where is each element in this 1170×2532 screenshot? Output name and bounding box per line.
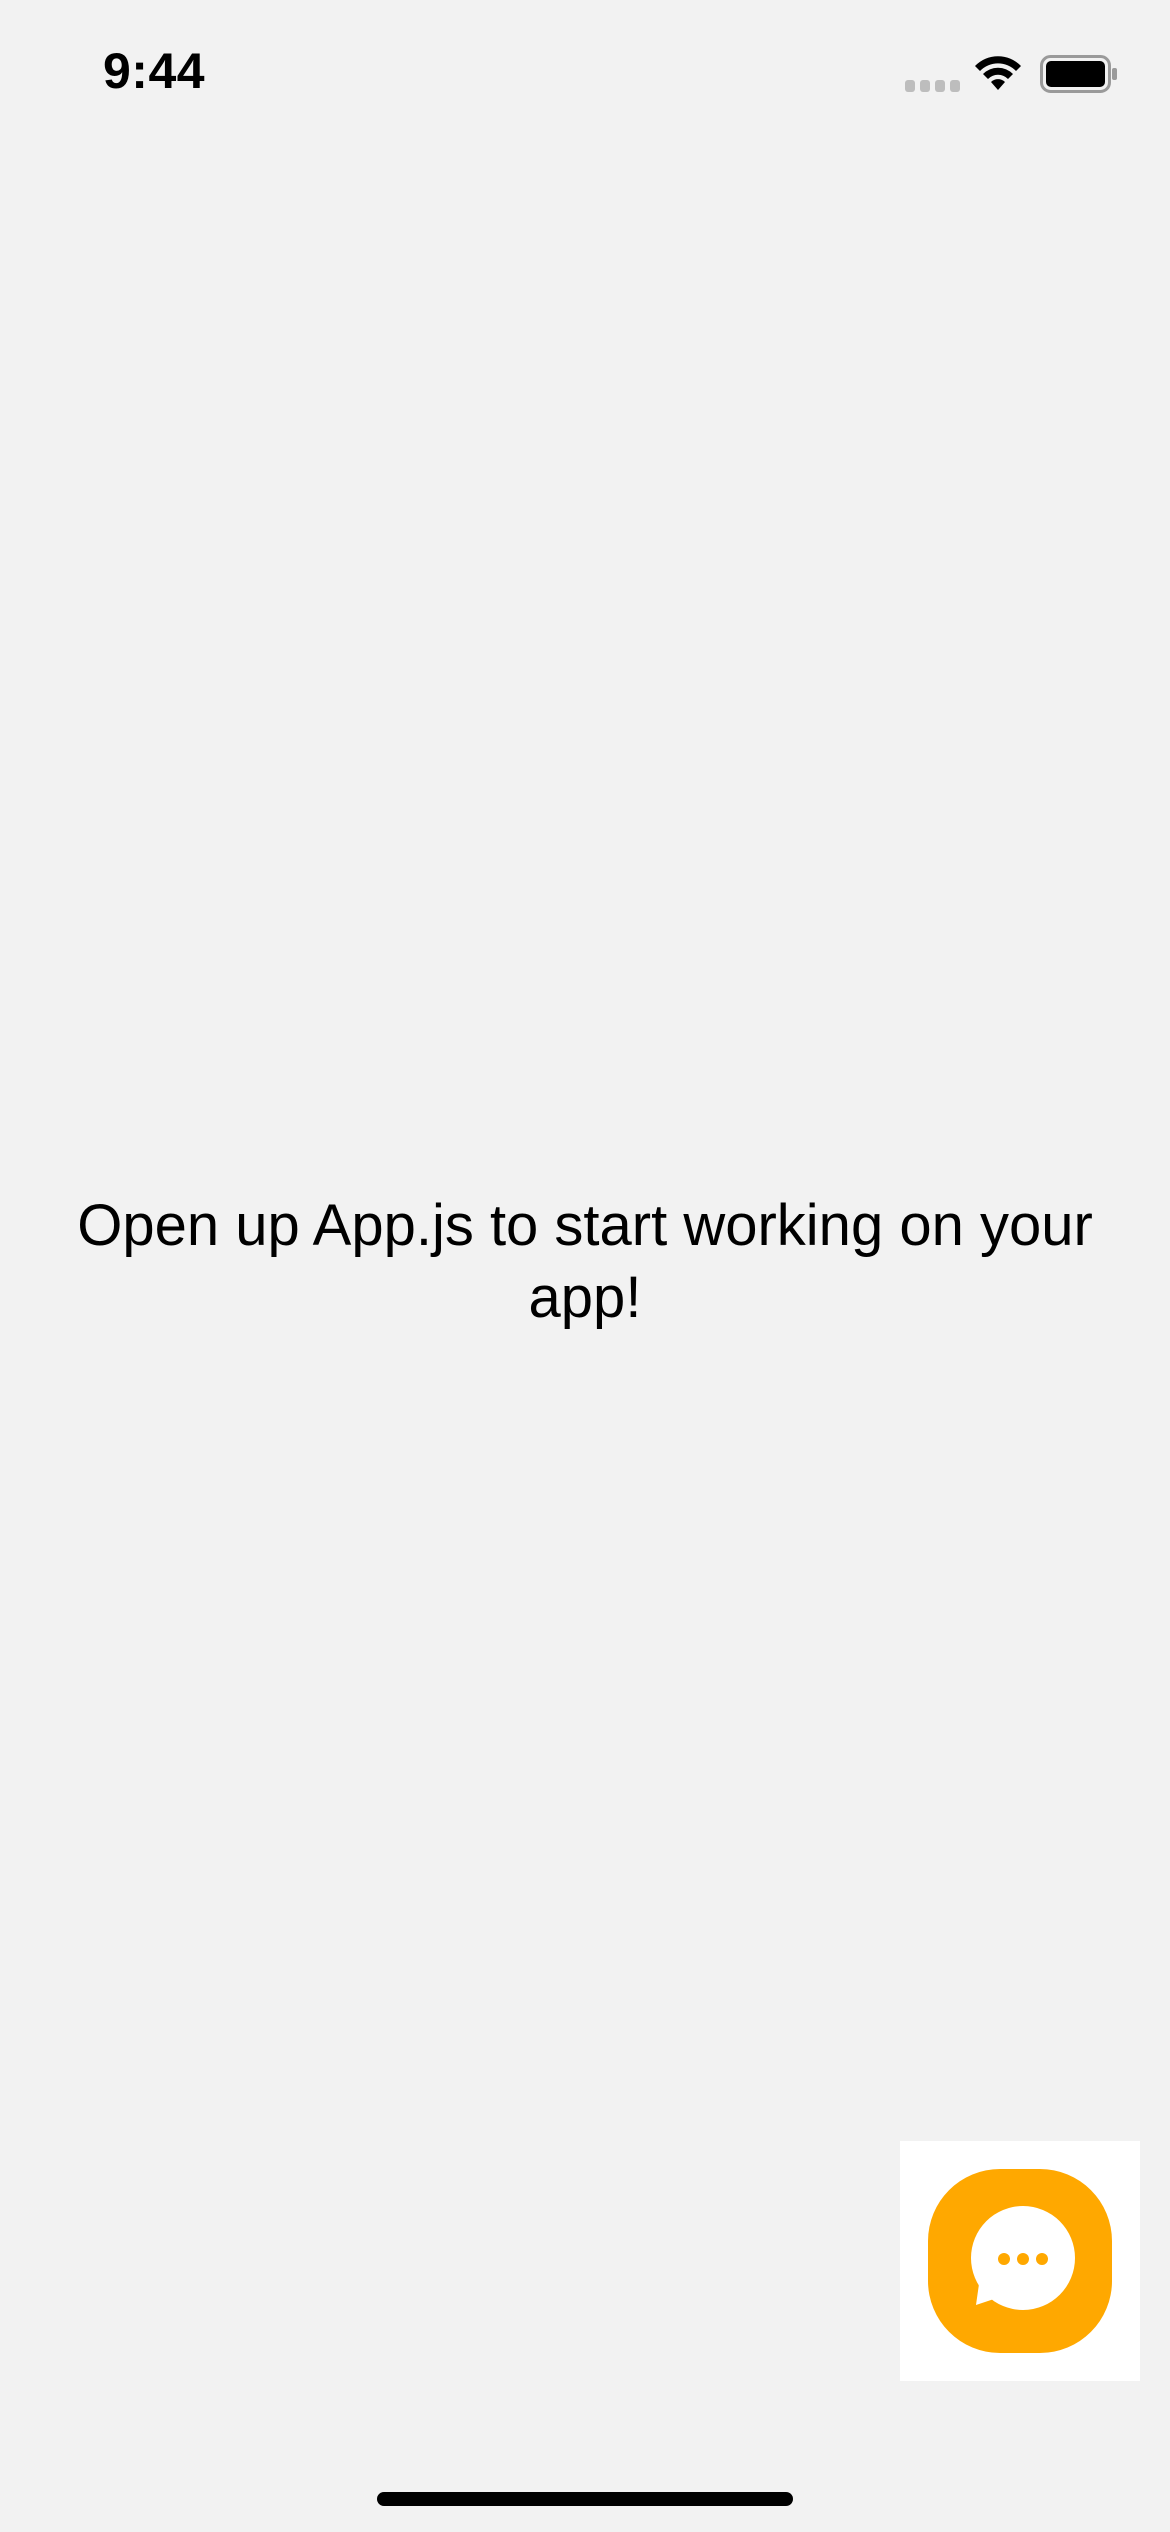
wifi-icon	[975, 56, 1021, 90]
status-bar: 9:44	[0, 0, 1170, 150]
chat-widget	[900, 2141, 1140, 2381]
status-time: 9:44	[103, 43, 206, 99]
cellular-signal-icon	[905, 80, 961, 94]
battery-icon	[1040, 55, 1117, 93]
home-indicator[interactable]	[377, 2492, 793, 2506]
welcome-message: Open up App.js to start working on your …	[77, 1193, 1093, 1330]
chat-button[interactable]	[928, 2169, 1112, 2353]
chat-bubble-icon	[971, 2206, 1075, 2310]
app-screen: 9:44 Open up App.js to start working on …	[0, 0, 1170, 2532]
